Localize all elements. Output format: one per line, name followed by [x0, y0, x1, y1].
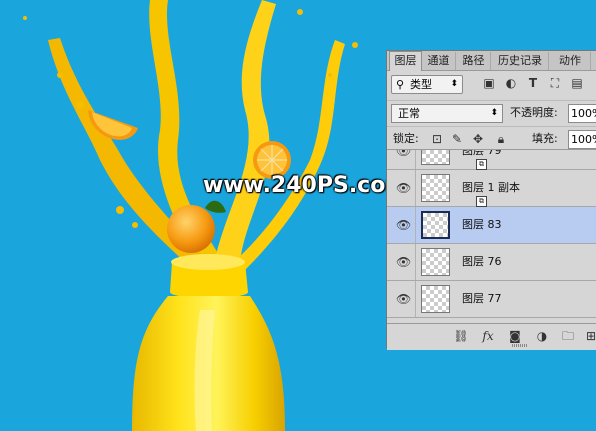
divider — [415, 207, 416, 243]
layer-row[interactable]: 👁︎ ⧉ 图层 79 — [387, 149, 596, 170]
layer-thumbnail: ⧉ — [421, 150, 487, 170]
eye-icon[interactable]: 👁︎ — [396, 218, 411, 232]
eye-icon[interactable]: 👁︎ — [396, 150, 411, 158]
fill-label: 填充: — [532, 132, 558, 145]
blend-mode-value: 正常 — [398, 107, 420, 120]
panel-tab-bar: 图层 通道 路径 历史记录 动作 — [387, 51, 596, 71]
layer-name: 图层 79 — [462, 149, 502, 157]
smart-object-icon: ⧉ — [476, 196, 487, 207]
image-filter-icon[interactable]: ▣ — [482, 75, 496, 91]
divider — [415, 170, 416, 206]
divider — [415, 244, 416, 280]
link-layers-icon[interactable]: ⛓ — [453, 328, 469, 344]
opacity-label: 不透明度: — [510, 106, 558, 119]
chevron-updown-icon: ⬍ — [450, 79, 458, 89]
watermark-text: www.240PS.com — [203, 173, 409, 198]
fx-icon[interactable]: fx — [480, 328, 496, 344]
lock-label: 锁定: — [393, 132, 419, 145]
divider — [415, 150, 416, 169]
lock-move-icon[interactable]: ✥ — [471, 131, 485, 147]
filter-kind-select[interactable]: ⚲ 类型 ⬍ — [391, 75, 463, 94]
divider — [415, 281, 416, 317]
layers-panel: 图层 通道 路径 历史记录 动作 ⚲ 类型 ⬍ ▣ ◐ T ⛶ ▤ 正常 ⬍ 不… — [386, 50, 596, 350]
smart-object-filter-icon[interactable]: ▤ — [570, 75, 584, 91]
blend-opacity-row: 正常 ⬍ 不透明度: 100% — [387, 100, 596, 123]
eye-icon[interactable]: 👁︎ — [396, 181, 411, 195]
layer-thumbnail — [421, 248, 450, 276]
layer-row-selected[interactable]: 👁︎ 图层 83 — [387, 207, 596, 244]
layer-filter-row: ⚲ 类型 ⬍ ▣ ◐ T ⛶ ▤ — [387, 71, 596, 97]
layers-bottom-toolbar: ⛓ fx ◙ ◑ 🗀︎ ⊞ — [387, 323, 596, 350]
layer-row[interactable]: 👁︎ 图层 77 — [387, 281, 596, 318]
tab-channels[interactable]: 通道 — [422, 52, 456, 70]
new-layer-icon[interactable]: ⊞ — [583, 328, 596, 344]
type-filter-icon[interactable]: T — [526, 75, 540, 91]
tab-paths[interactable]: 路径 — [457, 52, 491, 70]
tab-layers[interactable]: 图层 — [389, 51, 422, 71]
layer-row[interactable]: 👁︎ 图层 76 — [387, 244, 596, 281]
search-icon: ⚲ — [396, 78, 405, 91]
tab-history[interactable]: 历史记录 — [492, 52, 549, 70]
layer-name: 图层 83 — [462, 218, 502, 231]
layers-list: 👁︎ ⧉ 图层 79 👁︎ ⧉ 图层 1 副本 👁︎ 图层 83 👁︎ 图层 7… — [387, 149, 596, 324]
tab-actions[interactable]: 动作 — [550, 52, 591, 70]
opacity-field[interactable]: 100% — [568, 104, 596, 123]
blend-mode-select[interactable]: 正常 ⬍ — [391, 104, 503, 123]
resize-grip[interactable] — [512, 344, 528, 347]
lock-all-icon[interactable]: 🔒︎ — [494, 131, 508, 147]
adjustment-filter-icon[interactable]: ◐ — [504, 75, 518, 91]
eye-icon[interactable]: 👁︎ — [396, 292, 411, 306]
layer-thumbnail — [421, 285, 450, 313]
chevron-updown-icon: ⬍ — [490, 108, 498, 118]
eye-icon[interactable]: 👁︎ — [396, 255, 411, 269]
layer-row[interactable]: 👁︎ ⧉ 图层 1 副本 — [387, 170, 596, 207]
smart-object-icon: ⧉ — [476, 159, 487, 170]
add-mask-icon[interactable]: ◙ — [507, 328, 523, 344]
layer-name: 图层 77 — [462, 292, 502, 305]
shape-filter-icon[interactable]: ⛶ — [548, 75, 562, 91]
layer-thumbnail — [421, 211, 450, 239]
lock-transparent-icon[interactable]: ⊡ — [430, 131, 444, 147]
new-group-icon[interactable]: 🗀︎ — [560, 328, 576, 344]
lock-fill-row: 锁定: ⊡ ✎ ✥ 🔒︎ 填充: 100% — [387, 126, 596, 149]
adjustment-layer-icon[interactable]: ◑ — [534, 328, 550, 344]
layer-thumbnail: ⧉ — [421, 174, 487, 207]
layer-name: 图层 1 副本 — [462, 181, 520, 194]
filter-kind-label: 类型 — [410, 78, 432, 91]
fill-field[interactable]: 100% — [568, 130, 596, 149]
layer-name: 图层 76 — [462, 255, 502, 268]
lock-paint-icon[interactable]: ✎ — [450, 131, 464, 147]
